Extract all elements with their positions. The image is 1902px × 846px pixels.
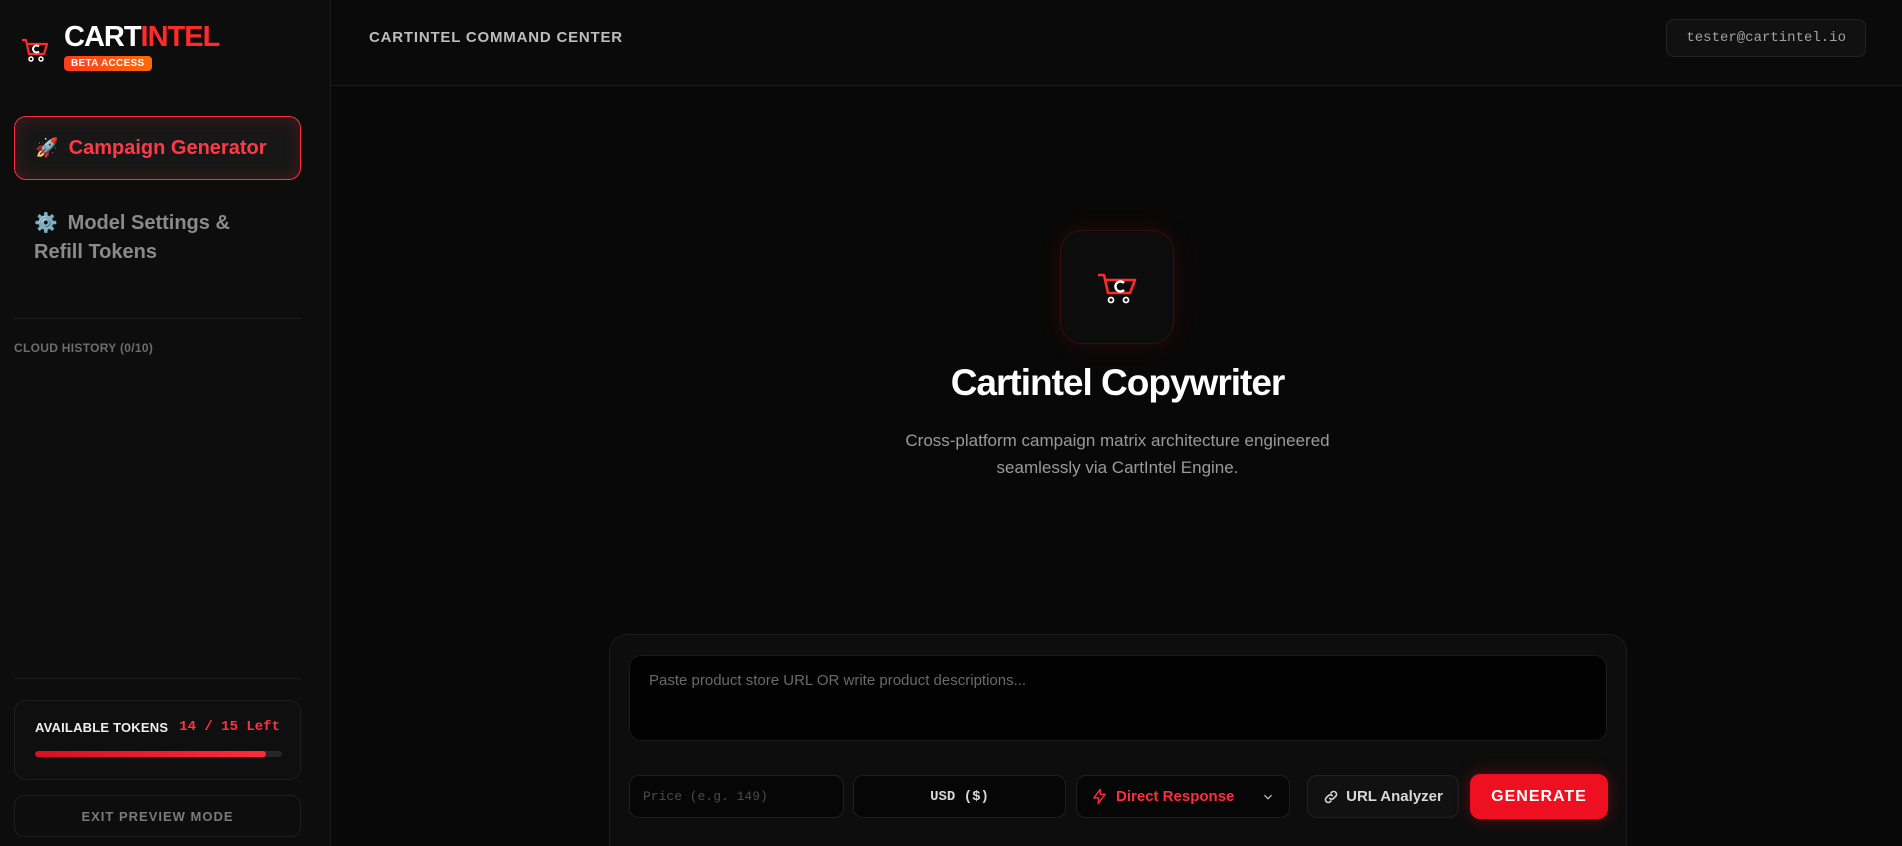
- mode-select-value: Direct Response: [1116, 788, 1235, 805]
- generate-button[interactable]: GENERATE: [1470, 774, 1608, 819]
- mode-select[interactable]: Direct Response: [1076, 775, 1290, 818]
- currency-select[interactable]: USD ($): [853, 775, 1066, 818]
- page-title: CARTINTEL COMMAND CENTER: [369, 29, 623, 46]
- gear-icon: ⚙️: [34, 213, 58, 234]
- url-analyzer-button[interactable]: URL Analyzer: [1307, 775, 1459, 818]
- token-card: AVAILABLE TOKENS 14 / 15 Left: [14, 700, 301, 780]
- link-icon: [1324, 790, 1338, 803]
- sidebar-item-campaign-generator[interactable]: 🚀 Campaign Generator: [14, 116, 301, 180]
- cart-c-icon: [22, 38, 49, 62]
- hero-subtitle: Cross-platform campaign matrix architect…: [905, 431, 1330, 477]
- user-email-chip[interactable]: tester@cartintel.io: [1666, 19, 1866, 57]
- cloud-history-label: CLOUD HISTORY (0/10): [14, 341, 154, 355]
- sidebar-item-model-settings[interactable]: ⚙️ Model Settings & Refill Tokens: [14, 205, 301, 275]
- beta-badge: BETA ACCESS: [64, 56, 152, 71]
- brand-logo[interactable]: CARTINTEL BETA ACCESS: [20, 21, 220, 71]
- sidebar: CARTINTEL BETA ACCESS 🚀 Campaign Generat…: [0, 0, 331, 846]
- exit-preview-button[interactable]: EXIT PREVIEW MODE: [14, 795, 301, 837]
- token-count: 14 / 15 Left: [179, 719, 280, 735]
- product-description-input[interactable]: [629, 655, 1607, 741]
- token-progress-bar: [35, 751, 282, 757]
- chevron-down-icon: [1264, 794, 1272, 800]
- price-input[interactable]: [629, 775, 844, 818]
- brand-name: CARTINTEL: [64, 21, 220, 53]
- composer-panel: USD ($) Direct Response URL Analyzer GEN…: [609, 634, 1627, 846]
- bolt-icon: [1093, 788, 1106, 805]
- sidebar-item-label: Model Settings & Refill Tokens: [34, 212, 230, 263]
- sidebar-divider: [14, 318, 301, 319]
- sidebar-item-label: Campaign Generator: [68, 136, 267, 159]
- sidebar-divider: [14, 678, 301, 679]
- cart-c-icon: [1098, 273, 1137, 304]
- hero-logo: [1060, 230, 1174, 344]
- token-title: AVAILABLE TOKENS: [35, 719, 169, 735]
- hero-title: Cartintel Copywriter: [950, 362, 1286, 403]
- rocket-icon: 🚀: [35, 138, 59, 159]
- token-progress-fill: [35, 751, 266, 757]
- url-analyzer-label: URL Analyzer: [1346, 788, 1443, 805]
- top-header: CARTINTEL COMMAND CENTER tester@cartinte…: [331, 0, 1902, 86]
